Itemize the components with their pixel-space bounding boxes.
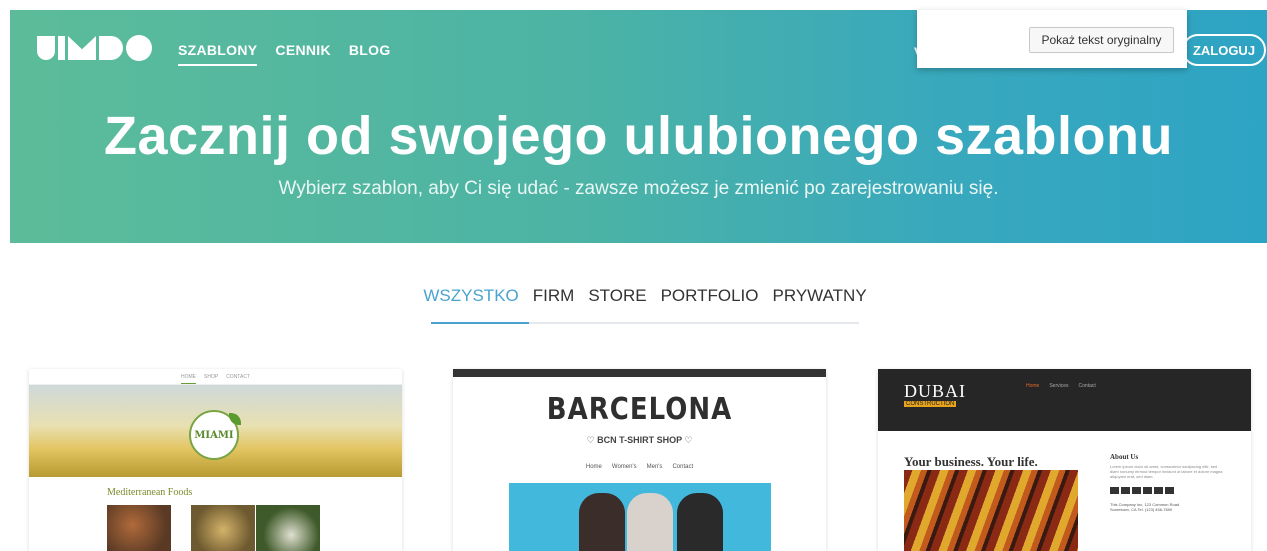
logo-letter-j: [37, 36, 55, 60]
barcelona-photo: [509, 483, 771, 551]
dubai-about-title: About Us: [1110, 453, 1139, 461]
dubai-logo-sub: CONSTRUCTION: [904, 401, 957, 407]
hero-title: Zacznij od swojego ulubionego szablonu: [104, 106, 1173, 166]
barcelona-shop-label: ♡ BCN T-SHIRT SHOP ♡: [586, 435, 693, 445]
spices-image: [107, 505, 171, 551]
filter-wszystko[interactable]: WSZYSTKO: [423, 286, 518, 318]
dubai-logo: DUBAI: [904, 381, 966, 401]
dubai-nav-item: Contact: [1078, 383, 1096, 389]
person-figure: [677, 493, 723, 551]
filter-active-indicator: [431, 322, 529, 324]
barcelona-nav-item: Contact: [672, 464, 694, 470]
dubai-headline: Your business. Your life.: [904, 454, 1038, 469]
person-figure: [627, 493, 673, 551]
dubai-about-text: Lorem ipsum dolor sit amet, consectetur …: [1110, 464, 1223, 479]
template-card-dubai[interactable]: DUBAI CONSTRUCTION Home Services Contact…: [878, 369, 1251, 551]
dubai-address: This Company Inc. 123 Common Road Someto…: [1110, 502, 1180, 512]
logo-letter-m: [68, 36, 96, 60]
filter-underline: [431, 322, 859, 324]
barcelona-nav-item: Men's: [646, 464, 663, 470]
miami-section-title: Mediterranean Foods: [107, 487, 193, 498]
filter-prywatny[interactable]: PRYWATNY: [773, 286, 867, 318]
filter-store[interactable]: STORE: [588, 286, 646, 318]
translate-popup: Pokaż tekst oryginalny: [917, 10, 1187, 68]
barcelona-nav-item: Home: [585, 464, 602, 470]
logo-letter-i: [58, 36, 65, 60]
barcelona-title: BARCELONA: [546, 392, 733, 428]
nav-cennik[interactable]: CENNIK: [275, 42, 330, 66]
logo-letter-d: [99, 36, 123, 60]
jimdo-logo[interactable]: [37, 35, 152, 61]
miami-hero-image: MIAMI: [29, 385, 402, 477]
social-icon: [1165, 487, 1174, 494]
miami-nav-item: SHOP: [204, 374, 219, 380]
logo-letter-o: [126, 35, 152, 61]
dubai-building-image: [904, 470, 1078, 551]
filter-portfolio[interactable]: PORTFOLIO: [661, 286, 759, 318]
show-original-text-button[interactable]: Pokaż tekst oryginalny: [1029, 27, 1174, 53]
hero-subtitle: Wybierz szablon, aby Ci się udać - zawsz…: [278, 178, 999, 199]
dubai-nav-item: Home: [1026, 383, 1040, 389]
olives-image: [256, 505, 320, 551]
social-icons: [1110, 487, 1174, 494]
main-nav: SZABLONY CENNIK BLOG: [178, 42, 391, 66]
person-figure: [579, 493, 625, 551]
food-image: [191, 505, 255, 551]
nav-blog[interactable]: BLOG: [349, 42, 391, 66]
barcelona-preview-nav: Home Women's Men's Contact: [453, 464, 826, 470]
barcelona-top-bar: [453, 369, 826, 377]
social-icon: [1143, 487, 1152, 494]
template-card-barcelona[interactable]: BARCELONA ♡ BCN T-SHIRT SHOP ♡ Home Wome…: [453, 369, 826, 551]
dubai-header: DUBAI CONSTRUCTION Home Services Contact: [878, 369, 1251, 431]
login-button[interactable]: ZALOGUJ: [1182, 34, 1266, 66]
template-card-miami[interactable]: HOME SHOP CONTACT MIAMI Mediterranean Fo…: [29, 369, 402, 551]
miami-preview-nav: HOME SHOP CONTACT: [29, 369, 402, 385]
social-icon: [1121, 487, 1130, 494]
nav-szablony[interactable]: SZABLONY: [178, 42, 258, 66]
filter-firm[interactable]: FIRM: [533, 286, 575, 318]
miami-nav-item: HOME: [181, 374, 197, 384]
category-filters: WSZYSTKO FIRM STORE PORTFOLIO PRYWATNY: [423, 286, 866, 318]
dubai-nav-item: Services: [1049, 383, 1069, 389]
miami-nav-item: CONTACT: [226, 374, 250, 380]
social-icon: [1110, 487, 1119, 494]
dubai-preview-nav: Home Services Contact: [1026, 383, 1096, 389]
social-icon: [1132, 487, 1141, 494]
social-icon: [1154, 487, 1163, 494]
barcelona-nav-item: Women's: [611, 464, 637, 470]
